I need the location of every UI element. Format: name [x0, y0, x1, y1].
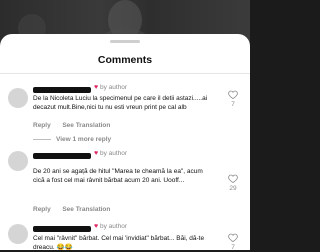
- comment-text: De la Nicoleta Luciu la specimenul pe ca…: [33, 95, 208, 111]
- heart-outline-icon[interactable]: [228, 90, 238, 99]
- comment-text: Cel mai "râvnit" bărbat. Cel mai 'invidi…: [33, 235, 205, 251]
- by-author-label: by author: [99, 150, 128, 157]
- avatar[interactable]: [8, 151, 28, 171]
- username-redacted[interactable]: [33, 153, 91, 159]
- replies-line: [33, 138, 51, 140]
- like-control[interactable]: 7: [226, 90, 240, 108]
- by-author-label: by author: [99, 84, 128, 91]
- comments-sheet: Comments ♥ by author De la Nicoleta Luci…: [0, 34, 250, 251]
- avatar[interactable]: [8, 224, 28, 244]
- by-author-label: by author: [99, 223, 128, 230]
- reply-button[interactable]: Reply: [33, 122, 51, 129]
- header-divider: [0, 73, 250, 74]
- reply-button[interactable]: Reply: [33, 206, 51, 213]
- username-redacted[interactable]: [33, 87, 91, 93]
- see-translation-button[interactable]: See Translation: [62, 122, 110, 129]
- heart-icon: ♥: [94, 223, 99, 230]
- view-replies-label: View 1 more reply: [56, 136, 112, 143]
- see-translation-button[interactable]: See Translation: [62, 206, 110, 213]
- heart-icon: ♥: [94, 84, 99, 91]
- like-count: 29: [229, 185, 237, 192]
- comment-actions: Reply See Translation: [33, 122, 110, 129]
- comment-actions: Reply See Translation: [33, 206, 110, 213]
- like-control[interactable]: 29: [226, 174, 240, 192]
- like-count: 7: [231, 101, 235, 108]
- liked-by-author-badge: ♥ by author: [94, 150, 127, 157]
- view-more-replies-button[interactable]: View 1 more reply: [33, 136, 111, 143]
- avatar[interactable]: [8, 88, 28, 108]
- heart-icon: ♥: [94, 150, 99, 157]
- like-control[interactable]: 7: [226, 233, 240, 251]
- liked-by-author-badge: ♥ by author: [94, 223, 127, 230]
- liked-by-author-badge: ♥ by author: [94, 84, 127, 91]
- comment-text: De 20 ani se agață de hitul "Marea te ch…: [33, 168, 203, 184]
- heart-outline-icon[interactable]: [228, 233, 238, 242]
- username-redacted[interactable]: [33, 226, 91, 232]
- sheet-drag-handle[interactable]: [110, 40, 140, 43]
- heart-outline-icon[interactable]: [228, 174, 238, 183]
- sheet-title: Comments: [97, 54, 153, 66]
